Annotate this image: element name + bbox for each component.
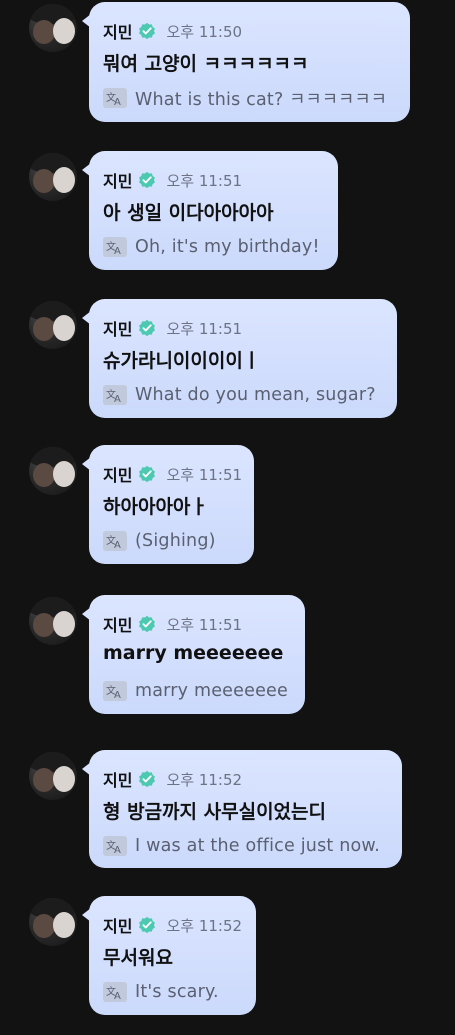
message-bubble[interactable]: 지민 오후 11:51 아 생일 이다아아아아 文A Oh, it's my b… bbox=[82, 151, 338, 270]
translate-icon: 文A bbox=[103, 681, 127, 701]
verified-badge-icon bbox=[139, 171, 156, 189]
verified-badge-icon bbox=[139, 615, 156, 633]
author-name: 지민 bbox=[103, 917, 133, 936]
avatar[interactable] bbox=[29, 752, 77, 800]
message-meta: 지민 오후 11:51 bbox=[103, 463, 243, 486]
message-time: 오후 11:51 bbox=[166, 465, 243, 484]
svg-text:A: A bbox=[114, 394, 121, 404]
translation-row[interactable]: 文A It's scary. bbox=[103, 980, 219, 1004]
message-text: 무서워요 bbox=[103, 947, 173, 969]
message-text: 슈가라니이이이이ㅣ bbox=[103, 350, 261, 372]
svg-text:A: A bbox=[114, 540, 121, 550]
message-time: 오후 11:51 bbox=[166, 171, 243, 190]
verified-badge-icon bbox=[139, 465, 156, 483]
translation-row[interactable]: 文A marry meeeeeee bbox=[103, 679, 288, 703]
message-time: 오후 11:51 bbox=[166, 319, 243, 338]
message-text: 아 생일 이다아아아아 bbox=[103, 202, 274, 224]
translation-text: Oh, it's my birthday! bbox=[135, 237, 320, 257]
avatar[interactable] bbox=[29, 4, 77, 52]
message-meta: 지민 오후 11:52 bbox=[103, 768, 243, 791]
translation-row[interactable]: 文A (Sighing) bbox=[103, 529, 216, 553]
message-meta: 지민 오후 11:51 bbox=[103, 317, 243, 340]
translation-text: It's scary. bbox=[135, 982, 219, 1002]
message-feed: 지민 오후 11:50 뭐여 고양이 ㅋㅋㅋㅋㅋㅋ 文A What is thi… bbox=[0, 0, 455, 1035]
translation-text: I was at the office just now. bbox=[135, 836, 381, 856]
translate-icon: 文A bbox=[103, 836, 127, 856]
message-text: 뭐여 고양이 ㅋㅋㅋㅋㅋㅋ bbox=[103, 53, 309, 75]
translate-icon: 文A bbox=[103, 531, 127, 551]
author-name: 지민 bbox=[103, 23, 133, 42]
translation-row[interactable]: 文A What is this cat? ㅋㅋㅋㅋㅋㅋ bbox=[103, 86, 387, 110]
avatar[interactable] bbox=[29, 898, 77, 946]
message-bubble[interactable]: 지민 오후 11:51 하아아아아ㅏ 文A (Sighing) bbox=[82, 445, 254, 564]
translation-text: What is this cat? ㅋㅋㅋㅋㅋㅋ bbox=[135, 89, 388, 110]
message-meta: 지민 오후 11:50 bbox=[103, 20, 243, 43]
verified-badge-icon bbox=[139, 770, 156, 788]
message-time: 오후 11:52 bbox=[166, 916, 243, 935]
verified-badge-icon bbox=[139, 916, 156, 934]
translate-icon: 文A bbox=[103, 237, 127, 257]
message-meta: 지민 오후 11:51 bbox=[103, 169, 243, 192]
translation-row[interactable]: 文A What do you mean, sugar? bbox=[103, 383, 376, 407]
message-bubble[interactable]: 지민 오후 11:51 슈가라니이이이이ㅣ 文A What do you mea… bbox=[82, 299, 397, 418]
message-text: 하아아아아ㅏ bbox=[103, 496, 208, 518]
message-bubble[interactable]: 지민 오후 11:52 형 방금까지 사무실이었는디 文A I was at t… bbox=[82, 750, 402, 868]
avatar[interactable] bbox=[29, 153, 77, 201]
translation-text: marry meeeeeee bbox=[135, 681, 288, 701]
message-time: 오후 11:52 bbox=[166, 770, 243, 789]
message-bubble[interactable]: 지민 오후 11:52 무서워요 文A It's scary. bbox=[82, 896, 256, 1015]
translate-icon: 文A bbox=[103, 88, 127, 108]
message-bubble[interactable]: 지민 오후 11:51 marry meeeeeee 文A marry meee… bbox=[82, 595, 305, 714]
translation-row[interactable]: 文A Oh, it's my birthday! bbox=[103, 235, 320, 259]
message-time: 오후 11:50 bbox=[166, 22, 243, 41]
avatar[interactable] bbox=[29, 447, 77, 495]
verified-badge-icon bbox=[139, 22, 156, 40]
message-meta: 지민 오후 11:52 bbox=[103, 914, 243, 937]
translation-text: What do you mean, sugar? bbox=[135, 385, 376, 405]
translation-text: (Sighing) bbox=[135, 531, 216, 551]
message-time: 오후 11:51 bbox=[166, 615, 243, 634]
message-text: marry meeeeeee bbox=[103, 642, 284, 664]
message-meta: 지민 오후 11:51 bbox=[103, 613, 243, 636]
author-name: 지민 bbox=[103, 616, 133, 635]
message-text: 형 방금까지 사무실이었는디 bbox=[103, 801, 326, 823]
author-name: 지민 bbox=[103, 320, 133, 339]
author-name: 지민 bbox=[103, 466, 133, 485]
author-name: 지민 bbox=[103, 771, 133, 790]
message-bubble[interactable]: 지민 오후 11:50 뭐여 고양이 ㅋㅋㅋㅋㅋㅋ 文A What is thi… bbox=[82, 2, 410, 122]
avatar[interactable] bbox=[29, 301, 77, 349]
translation-row[interactable]: 文A I was at the office just now. bbox=[103, 834, 380, 858]
svg-text:A: A bbox=[114, 246, 121, 256]
svg-text:A: A bbox=[114, 991, 121, 1001]
svg-text:A: A bbox=[114, 845, 121, 855]
translate-icon: 文A bbox=[103, 385, 127, 405]
author-name: 지민 bbox=[103, 172, 133, 191]
verified-badge-icon bbox=[139, 319, 156, 337]
svg-text:A: A bbox=[114, 690, 121, 700]
svg-text:A: A bbox=[114, 97, 121, 107]
avatar[interactable] bbox=[29, 597, 77, 645]
translate-icon: 文A bbox=[103, 982, 127, 1002]
